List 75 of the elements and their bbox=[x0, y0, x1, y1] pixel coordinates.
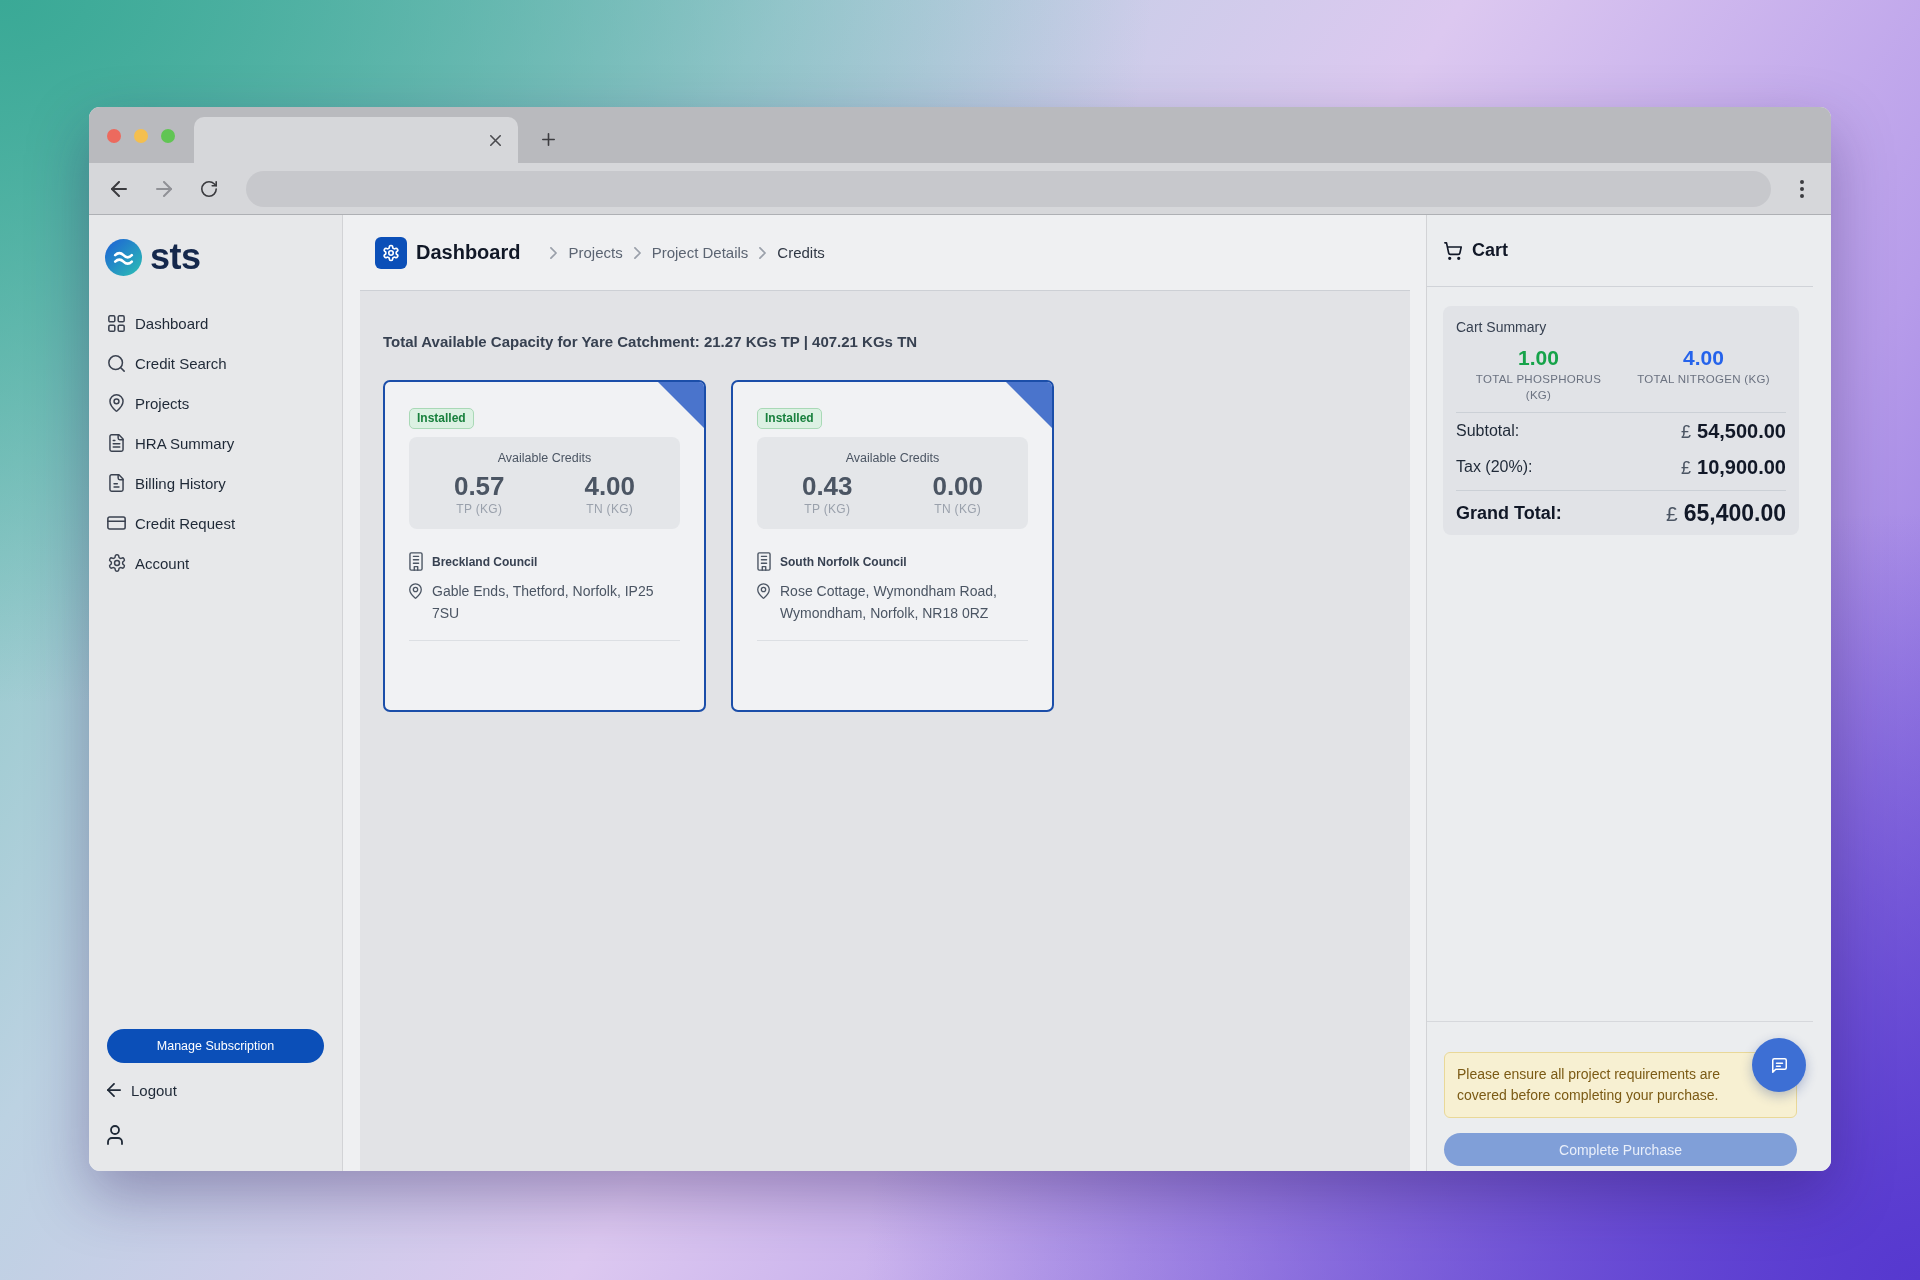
message-icon bbox=[1771, 1057, 1787, 1073]
close-icon[interactable] bbox=[490, 134, 501, 146]
building-icon bbox=[757, 552, 771, 571]
capacity-summary: Total Available Capacity for Yare Catchment: 21.27 KGs TP | 407.21 KGs TN bbox=[383, 332, 919, 352]
reload-icon[interactable] bbox=[201, 180, 217, 197]
currency-symbol: £ bbox=[1681, 421, 1691, 443]
kebab-menu-icon[interactable] bbox=[1800, 179, 1804, 198]
grid-icon bbox=[108, 314, 125, 332]
credits-title: Available Credits bbox=[496, 450, 593, 467]
breadcrumb-link[interactable]: Project Details bbox=[651, 244, 749, 261]
document-icon bbox=[109, 434, 124, 452]
project-address: Rose Cottage, Wymondham Road, Wymondham, Norfolk, NR18 0RZ bbox=[780, 582, 998, 623]
total-label: TOTAL NITROGEN (KG) bbox=[1636, 372, 1771, 387]
cart-title: Cart bbox=[1472, 240, 1508, 261]
council-name: South Norfolk Council bbox=[780, 554, 907, 569]
credit-value: 0.00 bbox=[931, 471, 985, 501]
location-pin-icon bbox=[757, 583, 770, 599]
summary-title: Cart Summary bbox=[1456, 318, 1548, 336]
credit-value: 0.43 bbox=[800, 471, 854, 501]
summary-label: Tax (20%): bbox=[1456, 458, 1533, 476]
credit-unit: TP (KG) bbox=[803, 501, 852, 517]
manage-subscription-button[interactable]: Manage Subscription bbox=[107, 1029, 324, 1063]
sidebar-item[interactable]: Dashboard bbox=[99, 303, 332, 343]
sidebar-item[interactable]: HRA Summary bbox=[99, 423, 332, 463]
sidebar-item[interactable]: Credit Search bbox=[99, 343, 332, 383]
sidebar-item[interactable]: Credit Request bbox=[99, 503, 332, 543]
logo-text: sts bbox=[150, 237, 201, 277]
breadcrumb-link[interactable]: Projects bbox=[568, 244, 623, 261]
breadcrumb-current: Credits bbox=[777, 244, 825, 261]
amount-value: 54,500.00 bbox=[1697, 419, 1786, 443]
chevron-right-icon bbox=[550, 246, 558, 259]
sidebar-item[interactable]: Account bbox=[99, 543, 332, 583]
sidebar-item[interactable]: Projects bbox=[99, 383, 332, 423]
summary-label: Grand Total: bbox=[1456, 502, 1562, 524]
corner-triangle-icon bbox=[1006, 382, 1052, 428]
location-pin-icon bbox=[109, 394, 124, 412]
credits-title: Available Credits bbox=[844, 450, 941, 467]
chat-button[interactable] bbox=[1752, 1038, 1806, 1092]
user-icon[interactable] bbox=[107, 1125, 123, 1145]
cart-icon bbox=[1444, 241, 1462, 260]
settings-icon bbox=[107, 554, 126, 572]
location-pin-icon bbox=[409, 583, 422, 599]
credit-unit: TN (KG) bbox=[585, 501, 635, 517]
credit-value: 0.57 bbox=[452, 471, 506, 501]
status-badge: Installed bbox=[409, 408, 474, 429]
total-label: TOTAL PHOSPHORUS (KG) bbox=[1474, 372, 1603, 403]
amount-value: 10,900.00 bbox=[1697, 455, 1786, 479]
total-value: 4.00 bbox=[1682, 345, 1725, 370]
currency-symbol: £ bbox=[1681, 457, 1691, 479]
currency-symbol: £ bbox=[1666, 501, 1678, 526]
sidebar-item[interactable]: Billing History bbox=[99, 463, 332, 503]
logout-link[interactable]: Logout bbox=[107, 1075, 324, 1105]
file-icon bbox=[109, 474, 124, 492]
project-card[interactable]: Installed Available Credits 0.57 TP (KG) 4.00 TN (KG) Breckland Council Gable Ends, Thetford, Norfolk, IP25 7SU bbox=[383, 380, 706, 712]
summary-label: Subtotal: bbox=[1456, 422, 1520, 440]
status-badge: Installed bbox=[757, 408, 822, 429]
settings-icon bbox=[375, 236, 407, 269]
total-value: 1.00 bbox=[1517, 345, 1560, 370]
chevron-right-icon bbox=[633, 246, 641, 259]
credit-unit: TN (KG) bbox=[933, 501, 983, 517]
project-card[interactable]: Installed Available Credits 0.43 TP (KG) 0.00 TN (KG) South Norfolk Council Rose Cottage, Wymondham Road, Wymondham, Norfolk, NR18 0RZ bbox=[731, 380, 1054, 712]
search-icon bbox=[108, 354, 125, 372]
credit-unit: TP (KG) bbox=[455, 501, 504, 517]
logo-icon bbox=[105, 238, 142, 276]
amount-value: 65,400.00 bbox=[1683, 499, 1786, 527]
notice-banner: Please ensure all project requirements are covered before completing your purchase. bbox=[1444, 1052, 1797, 1118]
plus-icon[interactable] bbox=[542, 133, 555, 146]
council-name: Breckland Council bbox=[432, 554, 538, 569]
page-title: Dashboard bbox=[416, 241, 521, 264]
chevron-right-icon bbox=[759, 246, 767, 259]
building-icon bbox=[409, 552, 423, 571]
corner-triangle-icon bbox=[658, 382, 704, 428]
credit-value: 4.00 bbox=[583, 471, 637, 501]
credit-card-icon bbox=[107, 516, 126, 530]
project-address: Gable Ends, Thetford, Norfolk, IP25 7SU bbox=[432, 582, 655, 623]
